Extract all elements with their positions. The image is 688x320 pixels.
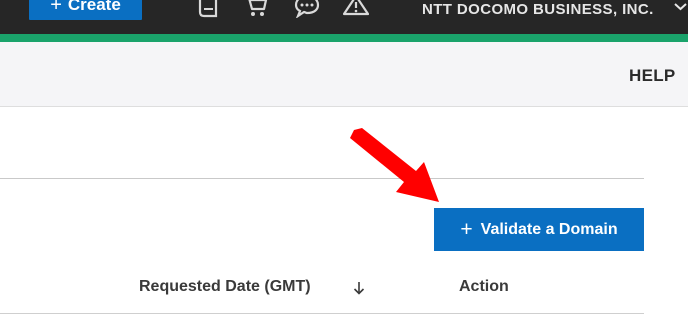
create-button-label: Create xyxy=(67,0,121,14)
cart-icon[interactable] xyxy=(243,0,269,18)
accent-line xyxy=(0,34,688,42)
column-header-requested-date[interactable]: Requested Date (GMT) xyxy=(139,278,311,296)
section-divider xyxy=(0,178,644,179)
warning-icon[interactable] xyxy=(343,0,369,18)
company-name[interactable]: NTT DOCOMO BUSINESS, INC. xyxy=(422,1,654,18)
help-link[interactable]: HELP xyxy=(629,66,676,86)
table-header-divider xyxy=(0,313,644,314)
validate-domain-button[interactable]: + Validate a Domain xyxy=(434,208,644,251)
sort-descending-icon[interactable] xyxy=(353,281,365,295)
chevron-down-icon[interactable] xyxy=(673,0,688,15)
plus-icon: + xyxy=(460,218,473,241)
create-button[interactable]: + Create xyxy=(29,0,142,20)
validate-domain-button-label: Validate a Domain xyxy=(480,220,618,238)
red-arrow-annotation-icon xyxy=(350,128,439,202)
sub-header xyxy=(0,42,688,107)
column-header-action: Action xyxy=(459,278,509,295)
book-icon[interactable] xyxy=(195,0,221,18)
plus-icon: + xyxy=(50,0,62,16)
chat-icon[interactable] xyxy=(294,0,320,18)
